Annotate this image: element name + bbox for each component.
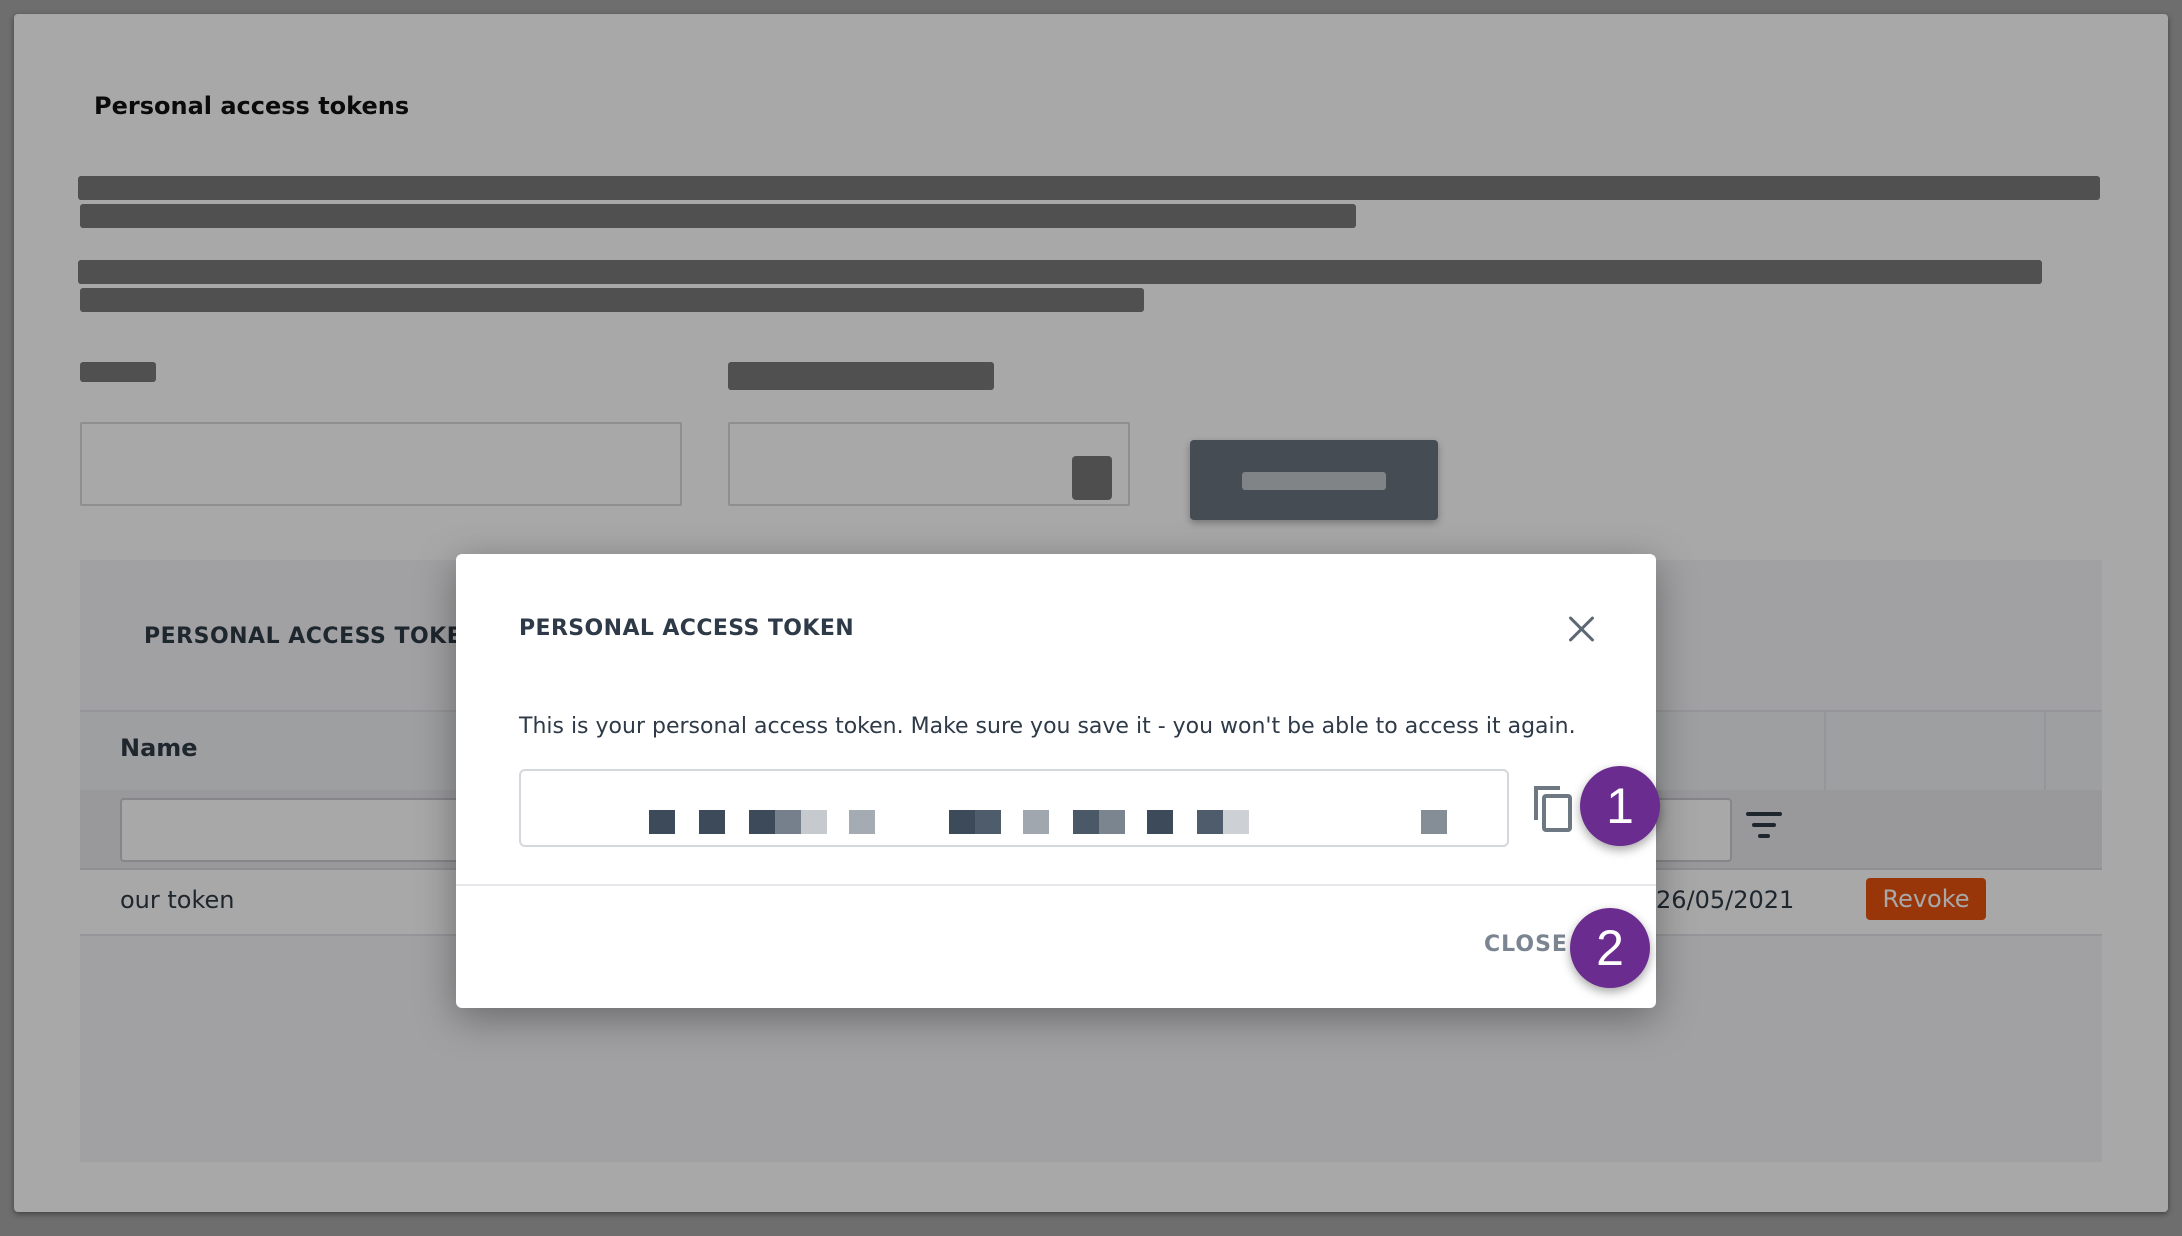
modal-divider bbox=[456, 884, 1656, 886]
close-button[interactable]: CLOSE bbox=[1484, 932, 1568, 957]
redacted-token-block bbox=[949, 810, 975, 834]
redacted-token-block bbox=[1073, 810, 1099, 834]
redacted-token-block bbox=[849, 810, 875, 834]
close-icon[interactable] bbox=[1558, 606, 1606, 654]
redacted-token-block bbox=[801, 810, 827, 834]
redacted-token-block bbox=[1099, 810, 1125, 834]
redacted-token-block bbox=[975, 810, 1001, 834]
redacted-token-block bbox=[775, 810, 801, 834]
modal-message: This is your personal access token. Make… bbox=[519, 714, 1576, 739]
redacted-token-block bbox=[649, 810, 675, 834]
redacted-token-block bbox=[699, 810, 725, 834]
redacted-token-block bbox=[1223, 810, 1249, 834]
step-badge-1: 1 bbox=[1580, 766, 1660, 846]
redacted-token-block bbox=[1147, 810, 1173, 834]
modal-title: PERSONAL ACCESS TOKEN bbox=[519, 616, 855, 641]
redacted-token-block bbox=[1023, 810, 1049, 834]
redacted-token-block bbox=[1421, 810, 1447, 834]
copy-icon[interactable] bbox=[1530, 784, 1574, 834]
redacted-token-block bbox=[749, 810, 775, 834]
token-value-field[interactable] bbox=[519, 769, 1509, 847]
step-badge-2: 2 bbox=[1570, 908, 1650, 988]
token-modal: PERSONAL ACCESS TOKEN This is your perso… bbox=[456, 554, 1656, 1008]
redacted-token-block bbox=[1197, 810, 1223, 834]
